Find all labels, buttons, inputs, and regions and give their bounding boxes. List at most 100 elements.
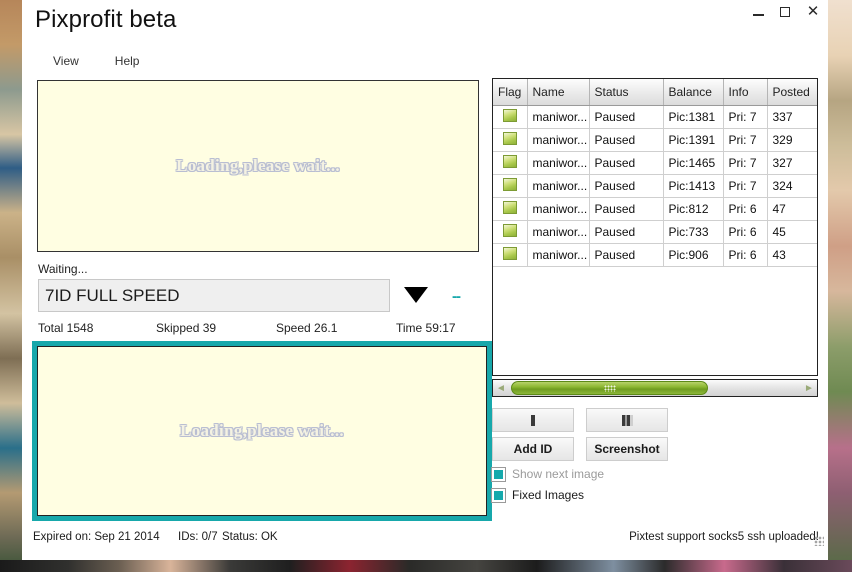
resize-grip-icon[interactable]	[814, 536, 824, 546]
cell-balance: Pic:1413	[663, 174, 724, 198]
checkbox-fixed-images[interactable]: Fixed Images	[492, 488, 584, 502]
checkbox-indicator[interactable]	[492, 488, 505, 502]
column-header-info[interactable]: Info	[723, 79, 768, 106]
minimize-icon[interactable]	[752, 5, 766, 19]
checkbox-show-next-image[interactable]: Show next image	[492, 467, 604, 481]
green-flag-icon	[502, 155, 517, 168]
desktop-background: Pixprofit beta ✕ View Help Loading,pleas…	[0, 0, 852, 572]
stat-speed: Speed 26.1	[276, 321, 338, 335]
cell-posted: 329	[767, 128, 817, 152]
column-header-posted[interactable]: Posted	[767, 79, 817, 106]
dash-indicator: --	[452, 288, 461, 305]
preview-panel-bottom-frame: Loading,please wait...	[32, 341, 492, 521]
preview-bottom-loading-text: Loading,please wait...	[180, 421, 344, 440]
pause-icon	[531, 414, 535, 426]
table-row[interactable]: maniwor... Paused Pic:812 Pri: 6 47	[493, 197, 817, 221]
cell-status: Paused	[589, 105, 664, 129]
table-row[interactable]: maniwor... Paused Pic:1391 Pri: 7 329	[493, 128, 817, 152]
preview-panel-top[interactable]: Loading,please wait...	[37, 80, 479, 252]
window-controls: ✕	[752, 0, 820, 24]
cell-posted: 337	[767, 105, 817, 129]
scrollbar-track[interactable]	[509, 381, 801, 395]
wallpaper-right-strip	[828, 0, 852, 560]
speed-mode-field[interactable]: 7ID FULL SPEED	[38, 279, 390, 312]
cell-posted: 324	[767, 174, 817, 198]
preview-top-loading-text: Loading,please wait...	[176, 156, 340, 175]
column-header-balance[interactable]: Balance	[663, 79, 724, 106]
cell-balance: Pic:1391	[663, 128, 724, 152]
cell-posted: 47	[767, 197, 817, 221]
cell-posted: 45	[767, 220, 817, 244]
cell-status: Paused	[589, 197, 664, 221]
cell-info: Pri: 7	[723, 105, 768, 129]
screenshot-button[interactable]: Screenshot	[586, 437, 668, 461]
waiting-label: Waiting...	[38, 262, 88, 276]
cell-flag	[493, 151, 528, 175]
menu-item-help[interactable]: Help	[105, 52, 150, 72]
cell-posted: 43	[767, 243, 817, 267]
green-flag-icon	[502, 201, 517, 214]
cell-name: maniwor...	[527, 243, 590, 267]
cell-status: Paused	[589, 151, 664, 175]
cell-name: maniwor...	[527, 197, 590, 221]
checkbox-indicator[interactable]	[492, 467, 505, 481]
cell-info: Pri: 7	[723, 151, 768, 175]
footer-note: Pixtest support socks5 ssh uploaded!	[629, 531, 819, 543]
table-row[interactable]: maniwor... Paused Pic:906 Pri: 6 43	[493, 243, 817, 267]
green-flag-icon	[502, 224, 517, 237]
footer-expired: Expired on: Sep 21 2014	[33, 531, 160, 543]
cell-info: Pri: 6	[723, 243, 768, 267]
cell-balance: Pic:1381	[663, 105, 724, 129]
page-title: Pixprofit beta	[35, 6, 177, 33]
cell-flag	[493, 128, 528, 152]
cell-status: Paused	[589, 174, 664, 198]
cell-status: Paused	[589, 243, 664, 267]
footer-status: Status: OK	[222, 531, 278, 543]
menu-bar: View Help	[22, 52, 149, 72]
pause-button[interactable]	[492, 408, 574, 432]
status-bar: Expired on: Sep 21 2014 IDs: 0/7 Status:…	[22, 531, 828, 551]
add-id-button[interactable]: Add ID	[492, 437, 574, 461]
cell-flag	[493, 243, 528, 267]
cell-flag	[493, 197, 528, 221]
cell-info: Pri: 6	[723, 197, 768, 221]
column-header-flag[interactable]: Flag	[493, 79, 528, 106]
scrollbar-thumb[interactable]	[511, 381, 708, 395]
cell-name: maniwor...	[527, 220, 590, 244]
horizontal-scrollbar[interactable]: ◄ ►	[492, 379, 818, 397]
stats-row: Total 1548 Skipped 39 Speed 26.1 Time 59…	[38, 321, 488, 337]
preview-panel-bottom[interactable]: Loading,please wait...	[37, 346, 487, 516]
cell-status: Paused	[589, 220, 664, 244]
cell-flag	[493, 220, 528, 244]
table-row[interactable]: maniwor... Paused Pic:733 Pri: 6 45	[493, 220, 817, 244]
checkbox-label: Fixed Images	[512, 488, 585, 502]
stop-button[interactable]	[586, 408, 668, 432]
menu-item-view[interactable]: View	[43, 52, 89, 72]
cell-balance: Pic:906	[663, 243, 724, 267]
scroll-left-icon[interactable]: ◄	[493, 380, 509, 396]
cell-balance: Pic:812	[663, 197, 724, 221]
cell-balance: Pic:1465	[663, 151, 724, 175]
cell-info: Pri: 6	[723, 220, 768, 244]
job-table[interactable]: Flag Name Status Balance Info Posted man…	[492, 78, 818, 376]
cell-name: maniwor...	[527, 105, 590, 129]
checkbox-label: Show next image	[512, 467, 605, 481]
green-flag-icon	[502, 109, 517, 122]
chevron-down-icon[interactable]	[404, 287, 428, 303]
green-flag-icon	[502, 247, 517, 260]
close-icon[interactable]: ✕	[806, 4, 820, 19]
table-row[interactable]: maniwor... Paused Pic:1381 Pri: 7 337	[493, 105, 817, 129]
table-row[interactable]: maniwor... Paused Pic:1465 Pri: 7 327	[493, 151, 817, 175]
column-header-name[interactable]: Name	[527, 79, 590, 106]
scroll-right-icon[interactable]: ►	[801, 380, 817, 396]
column-header-status[interactable]: Status	[589, 79, 664, 106]
cell-name: maniwor...	[527, 174, 590, 198]
maximize-icon[interactable]	[779, 5, 793, 19]
stop-icon	[621, 414, 633, 426]
green-flag-icon	[502, 178, 517, 191]
title-bar: Pixprofit beta ✕	[22, 0, 828, 44]
footer-ids: IDs: 0/7	[178, 531, 218, 543]
cell-balance: Pic:733	[663, 220, 724, 244]
wallpaper-left-strip	[0, 0, 22, 560]
table-row[interactable]: maniwor... Paused Pic:1413 Pri: 7 324	[493, 174, 817, 198]
